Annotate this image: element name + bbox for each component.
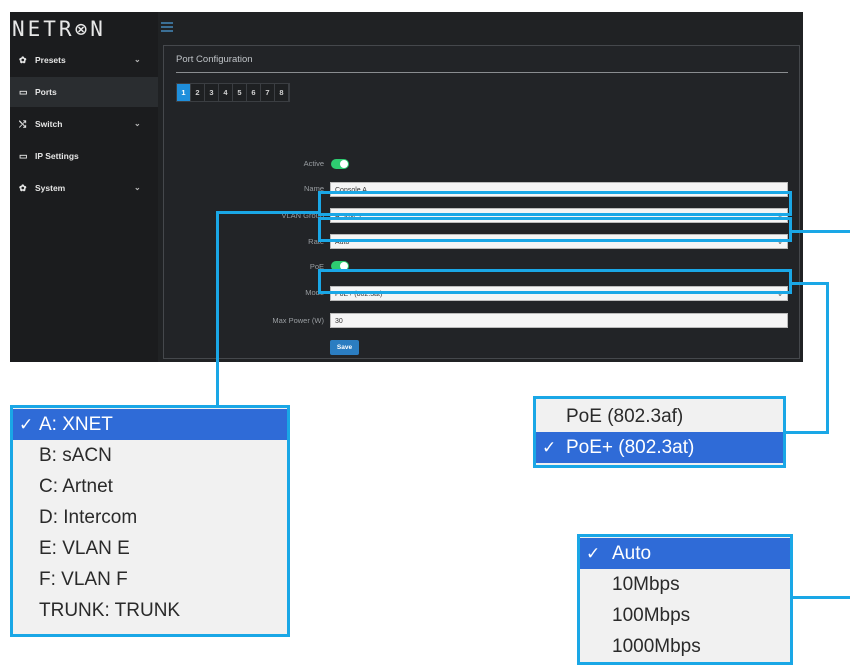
port-selector: 12345678 <box>176 83 290 102</box>
checkmark-icon: ✓ <box>542 438 557 457</box>
sidebar-item-presets[interactable]: ✿ Presets ⌄ <box>10 45 158 75</box>
dropdown-option[interactable]: B: sACN <box>13 440 287 471</box>
dropdown-option-label: F: VLAN F <box>39 569 128 590</box>
port-tab-3[interactable]: 3 <box>205 84 219 101</box>
vlan-group-highlight <box>318 191 792 216</box>
save-button[interactable]: Save <box>330 340 359 355</box>
port-tab-4[interactable]: 4 <box>219 84 233 101</box>
name-label: Name <box>303 184 324 193</box>
sidebar-item-switch[interactable]: ⤭ Switch ⌄ <box>10 109 158 139</box>
sidebar-item-label: Ports <box>35 87 57 97</box>
monitor-icon: ▭ <box>19 87 28 97</box>
rate-label: Rate <box>308 237 324 246</box>
max-power-input[interactable]: 30 <box>330 313 788 328</box>
checkmark-icon: ✓ <box>586 544 601 563</box>
sidebar-item-label: IP Settings <box>35 151 79 161</box>
dropdown-option-label: TRUNK: TRUNK <box>39 600 181 621</box>
toggle-knob <box>340 160 348 168</box>
mode-label: Mode <box>305 288 324 297</box>
vlan-group-dropdown: ✓ A: XNET B: sACN C: Artnet D: Intercom E: VL… <box>10 405 290 637</box>
dropdown-option[interactable]: 1000Mbps <box>580 631 790 662</box>
max-power-label: Max Power (W) <box>272 316 324 325</box>
chevron-down-icon: ⌄ <box>134 55 141 64</box>
dropdown-option-label: PoE+ (802.3at) <box>566 437 695 458</box>
port-tab-5[interactable]: 5 <box>233 84 247 101</box>
mode-dropdown: PoE (802.3af) ✓ PoE+ (802.3at) <box>533 396 786 468</box>
mode-connector-h <box>792 282 829 285</box>
gear-icon: ✿ <box>19 183 27 193</box>
chevron-down-icon: ⌄ <box>134 183 141 192</box>
vlan-connector-v <box>216 211 219 406</box>
checkmark-icon: ✓ <box>19 415 34 434</box>
panel-title: Port Configuration <box>176 54 253 65</box>
sidebar-item-ip-settings[interactable]: ▭ IP Settings <box>10 141 158 171</box>
sidebar-item-system[interactable]: ✿ System ⌄ <box>10 173 158 203</box>
rate-connector-h <box>792 230 850 233</box>
app-window: NETR⊗N ✿ Presets ⌄ ▭ Ports ⤭ Switch ⌄ ▭ IP Settin… <box>10 12 803 362</box>
monitor-icon: ▭ <box>19 151 28 161</box>
rate-highlight <box>318 217 792 242</box>
dropdown-option-label: 10Mbps <box>612 574 680 595</box>
dropdown-option[interactable]: C: Artnet <box>13 471 287 502</box>
dropdown-option[interactable]: ✓ Auto <box>580 538 790 569</box>
dropdown-option-label: B: sACN <box>39 445 112 466</box>
dropdown-option-label: C: Artnet <box>39 476 113 497</box>
dropdown-option[interactable]: E: VLAN E <box>13 533 287 564</box>
active-label: Active <box>303 159 324 168</box>
sidebar-item-ports[interactable]: ▭ Ports <box>10 77 158 107</box>
dropdown-option-label: D: Intercom <box>39 507 138 528</box>
port-tab-2[interactable]: 2 <box>191 84 205 101</box>
dropdown-option[interactable]: ✓ PoE+ (802.3at) <box>536 432 783 463</box>
chevron-down-icon: ⌄ <box>134 119 141 128</box>
panel-divider <box>176 72 788 73</box>
dropdown-option-label: PoE (802.3af) <box>566 406 684 427</box>
sidebar-item-label: System <box>35 183 66 193</box>
port-tab-8[interactable]: 8 <box>275 84 289 101</box>
dropdown-option[interactable]: ✓ A: XNET <box>13 409 287 440</box>
sidebar-item-label: Presets <box>35 55 66 65</box>
netron-logo: NETR⊗N <box>12 17 106 41</box>
vlan-connector-h <box>216 211 319 214</box>
dropdown-option[interactable]: PoE (802.3af) <box>536 401 783 432</box>
active-toggle[interactable] <box>331 159 349 169</box>
mode-connector-h2 <box>783 431 829 434</box>
sidebar-item-label: Switch <box>35 119 63 129</box>
dropdown-option[interactable]: 10Mbps <box>580 569 790 600</box>
poe-label: PoE <box>309 262 324 271</box>
dropdown-option[interactable]: TRUNK: TRUNK <box>13 595 287 626</box>
shuffle-icon: ⤭ <box>19 119 27 129</box>
dropdown-option-label: E: VLAN E <box>39 538 130 559</box>
hamburger-menu-icon[interactable] <box>161 22 173 32</box>
dropdown-option[interactable]: 100Mbps <box>580 600 790 631</box>
rate-menu-connector <box>792 596 850 599</box>
port-tab-7[interactable]: 7 <box>261 84 275 101</box>
max-power-value: 30 <box>335 318 343 325</box>
port-tab-6[interactable]: 6 <box>247 84 261 101</box>
dropdown-option-label: 1000Mbps <box>612 636 701 657</box>
gear-icon: ✿ <box>19 55 27 65</box>
dropdown-option-label: 100Mbps <box>612 605 691 626</box>
mode-connector-v <box>826 282 829 434</box>
mode-highlight <box>318 269 792 294</box>
sidebar: NETR⊗N ✿ Presets ⌄ ▭ Ports ⤭ Switch ⌄ ▭ IP Settin… <box>10 12 158 362</box>
dropdown-option[interactable]: F: VLAN F <box>13 564 287 595</box>
port-tab-1[interactable]: 1 <box>177 84 191 101</box>
dropdown-option[interactable]: D: Intercom <box>13 502 287 533</box>
rate-dropdown: ✓ Auto 10Mbps 100Mbps 1000Mbps <box>577 534 793 665</box>
